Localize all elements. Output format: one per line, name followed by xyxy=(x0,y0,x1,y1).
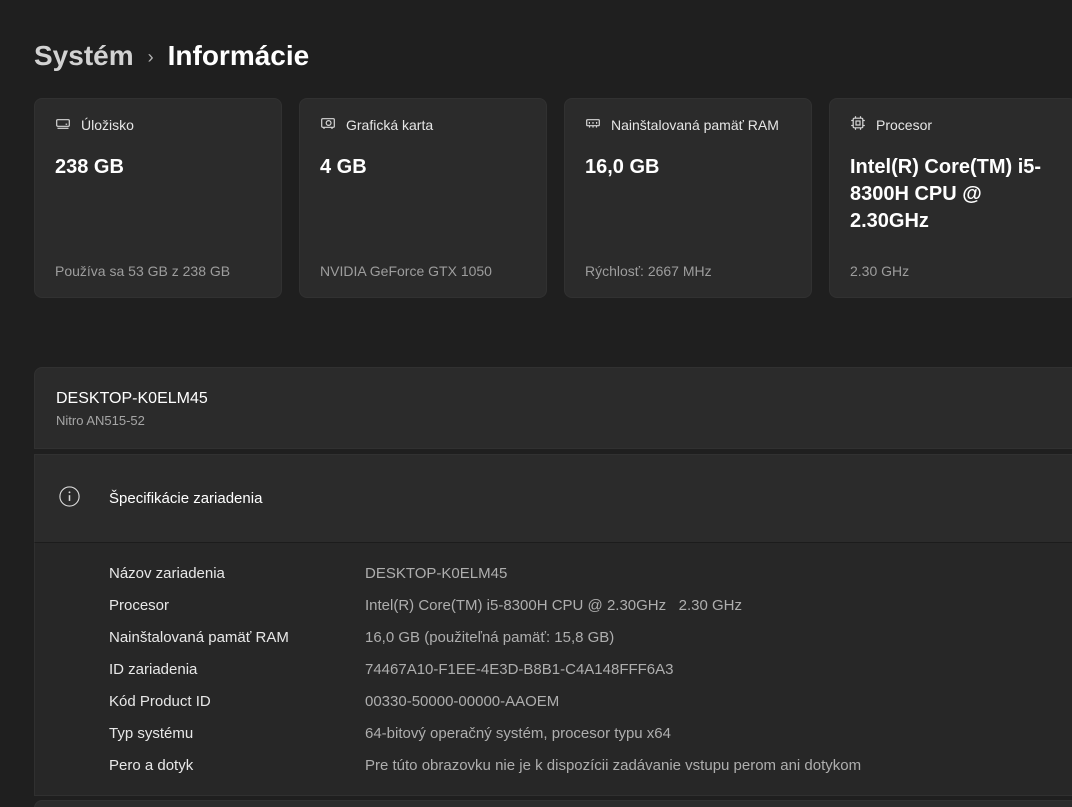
spec-value: 00330-50000-00000-AAOEM xyxy=(365,692,560,710)
next-section-partial[interactable] xyxy=(34,800,1072,807)
spec-row-processor: Procesor Intel(R) Core(TM) i5-8300H CPU … xyxy=(109,589,1072,621)
cpu-card-value: Intel(R) Core(TM) i5-8300H CPU @ 2.30GHz xyxy=(850,156,1042,232)
cpu-card[interactable]: Procesor Intel(R) Core(TM) i5-8300H CPU … xyxy=(829,98,1072,298)
page-title: Informácie xyxy=(167,40,310,71)
spec-label: ID zariadenia xyxy=(109,660,198,678)
device-name-header: DESKTOP-K0ELM45 Nitro AN515-52 xyxy=(34,367,1072,449)
gpu-icon xyxy=(320,115,336,134)
spec-value: 64-bitový operačný systém, procesor typu… xyxy=(365,724,671,742)
device-specs-expander[interactable]: Špecifikácie zariadenia xyxy=(34,454,1072,543)
ram-card[interactable]: Nainštalovaná pamäť RAM 16,0 GB Rýchlosť… xyxy=(564,98,812,298)
spec-label: Pero a dotyk xyxy=(109,756,194,774)
storage-card-label: Úložisko xyxy=(81,116,134,133)
storage-card-value: 238 GB xyxy=(55,156,124,178)
spec-row-product-id: Kód Product ID 00330-50000-00000-AAOEM xyxy=(109,685,1072,717)
ram-card-label: Nainštalovaná pamäť RAM xyxy=(611,116,779,133)
device-specs-section: Špecifikácie zariadenia Názov zariadenia… xyxy=(34,454,1072,796)
device-model: Nitro AN515-52 xyxy=(56,413,145,428)
spec-value: Pre túto obrazovku nie je k dispozícii z… xyxy=(365,756,862,774)
summary-cards: Úložisko 238 GB Používa sa 53 GB z 238 G… xyxy=(34,98,1072,298)
settings-about-page: { "breadcrumb": { "parent": "Systém", "s… xyxy=(0,0,1072,807)
info-icon xyxy=(58,485,81,513)
device-specs-body: Názov zariadenia DESKTOP-K0ELM45 Proceso… xyxy=(34,543,1072,796)
spec-value: DESKTOP-K0ELM45 xyxy=(365,564,508,582)
spec-row-device-name: Názov zariadenia DESKTOP-K0ELM45 xyxy=(109,557,1072,589)
spec-label: Procesor xyxy=(109,596,170,614)
gpu-card-value: 4 GB xyxy=(320,156,367,178)
spec-label: Kód Product ID xyxy=(109,692,211,710)
breadcrumb-system[interactable]: Systém xyxy=(34,40,134,72)
device-name: DESKTOP-K0ELM45 xyxy=(56,390,208,407)
spec-row-pen-touch: Pero a dotyk Pre túto obrazovku nie je k… xyxy=(109,749,1072,781)
cpu-card-detail: 2.30 GHz xyxy=(850,263,910,279)
breadcrumb: Systém › Informácie xyxy=(0,0,1072,72)
spec-value: 74467A10-F1EE-4E3D-B8B1-C4A148FFF6A3 xyxy=(365,660,674,678)
ram-card-detail: Rýchlosť: 2667 MHz xyxy=(585,263,712,279)
cpu-icon xyxy=(850,115,866,134)
spec-label: Nainštalovaná pamäť RAM xyxy=(109,628,289,646)
storage-card[interactable]: Úložisko 238 GB Používa sa 53 GB z 238 G… xyxy=(34,98,282,298)
gpu-card-detail: NVIDIA GeForce GTX 1050 xyxy=(320,263,492,279)
device-specs-title: Špecifikácie zariadenia xyxy=(109,490,263,507)
spec-label: Typ systému xyxy=(109,724,194,742)
cpu-card-label: Procesor xyxy=(876,116,933,133)
spec-value: Intel(R) Core(TM) i5-8300H CPU @ 2.30GHz… xyxy=(365,596,742,614)
ram-card-value: 16,0 GB xyxy=(585,156,660,178)
gpu-card-label: Grafická karta xyxy=(346,116,434,133)
chevron-right-icon: › xyxy=(147,47,154,67)
gpu-card[interactable]: Grafická karta 4 GB NVIDIA GeForce GTX 1… xyxy=(299,98,547,298)
storage-icon xyxy=(55,115,71,134)
ram-icon xyxy=(585,115,601,134)
spec-row-device-id: ID zariadenia 74467A10-F1EE-4E3D-B8B1-C4… xyxy=(109,653,1072,685)
spec-label: Názov zariadenia xyxy=(109,564,225,582)
spec-row-ram: Nainštalovaná pamäť RAM 16,0 GB (použite… xyxy=(109,621,1072,653)
spec-row-system-type: Typ systému 64-bitový operačný systém, p… xyxy=(109,717,1072,749)
spec-value: 16,0 GB (použiteľná pamäť: 15,8 GB) xyxy=(365,628,615,646)
storage-card-detail: Používa sa 53 GB z 238 GB xyxy=(55,263,231,279)
